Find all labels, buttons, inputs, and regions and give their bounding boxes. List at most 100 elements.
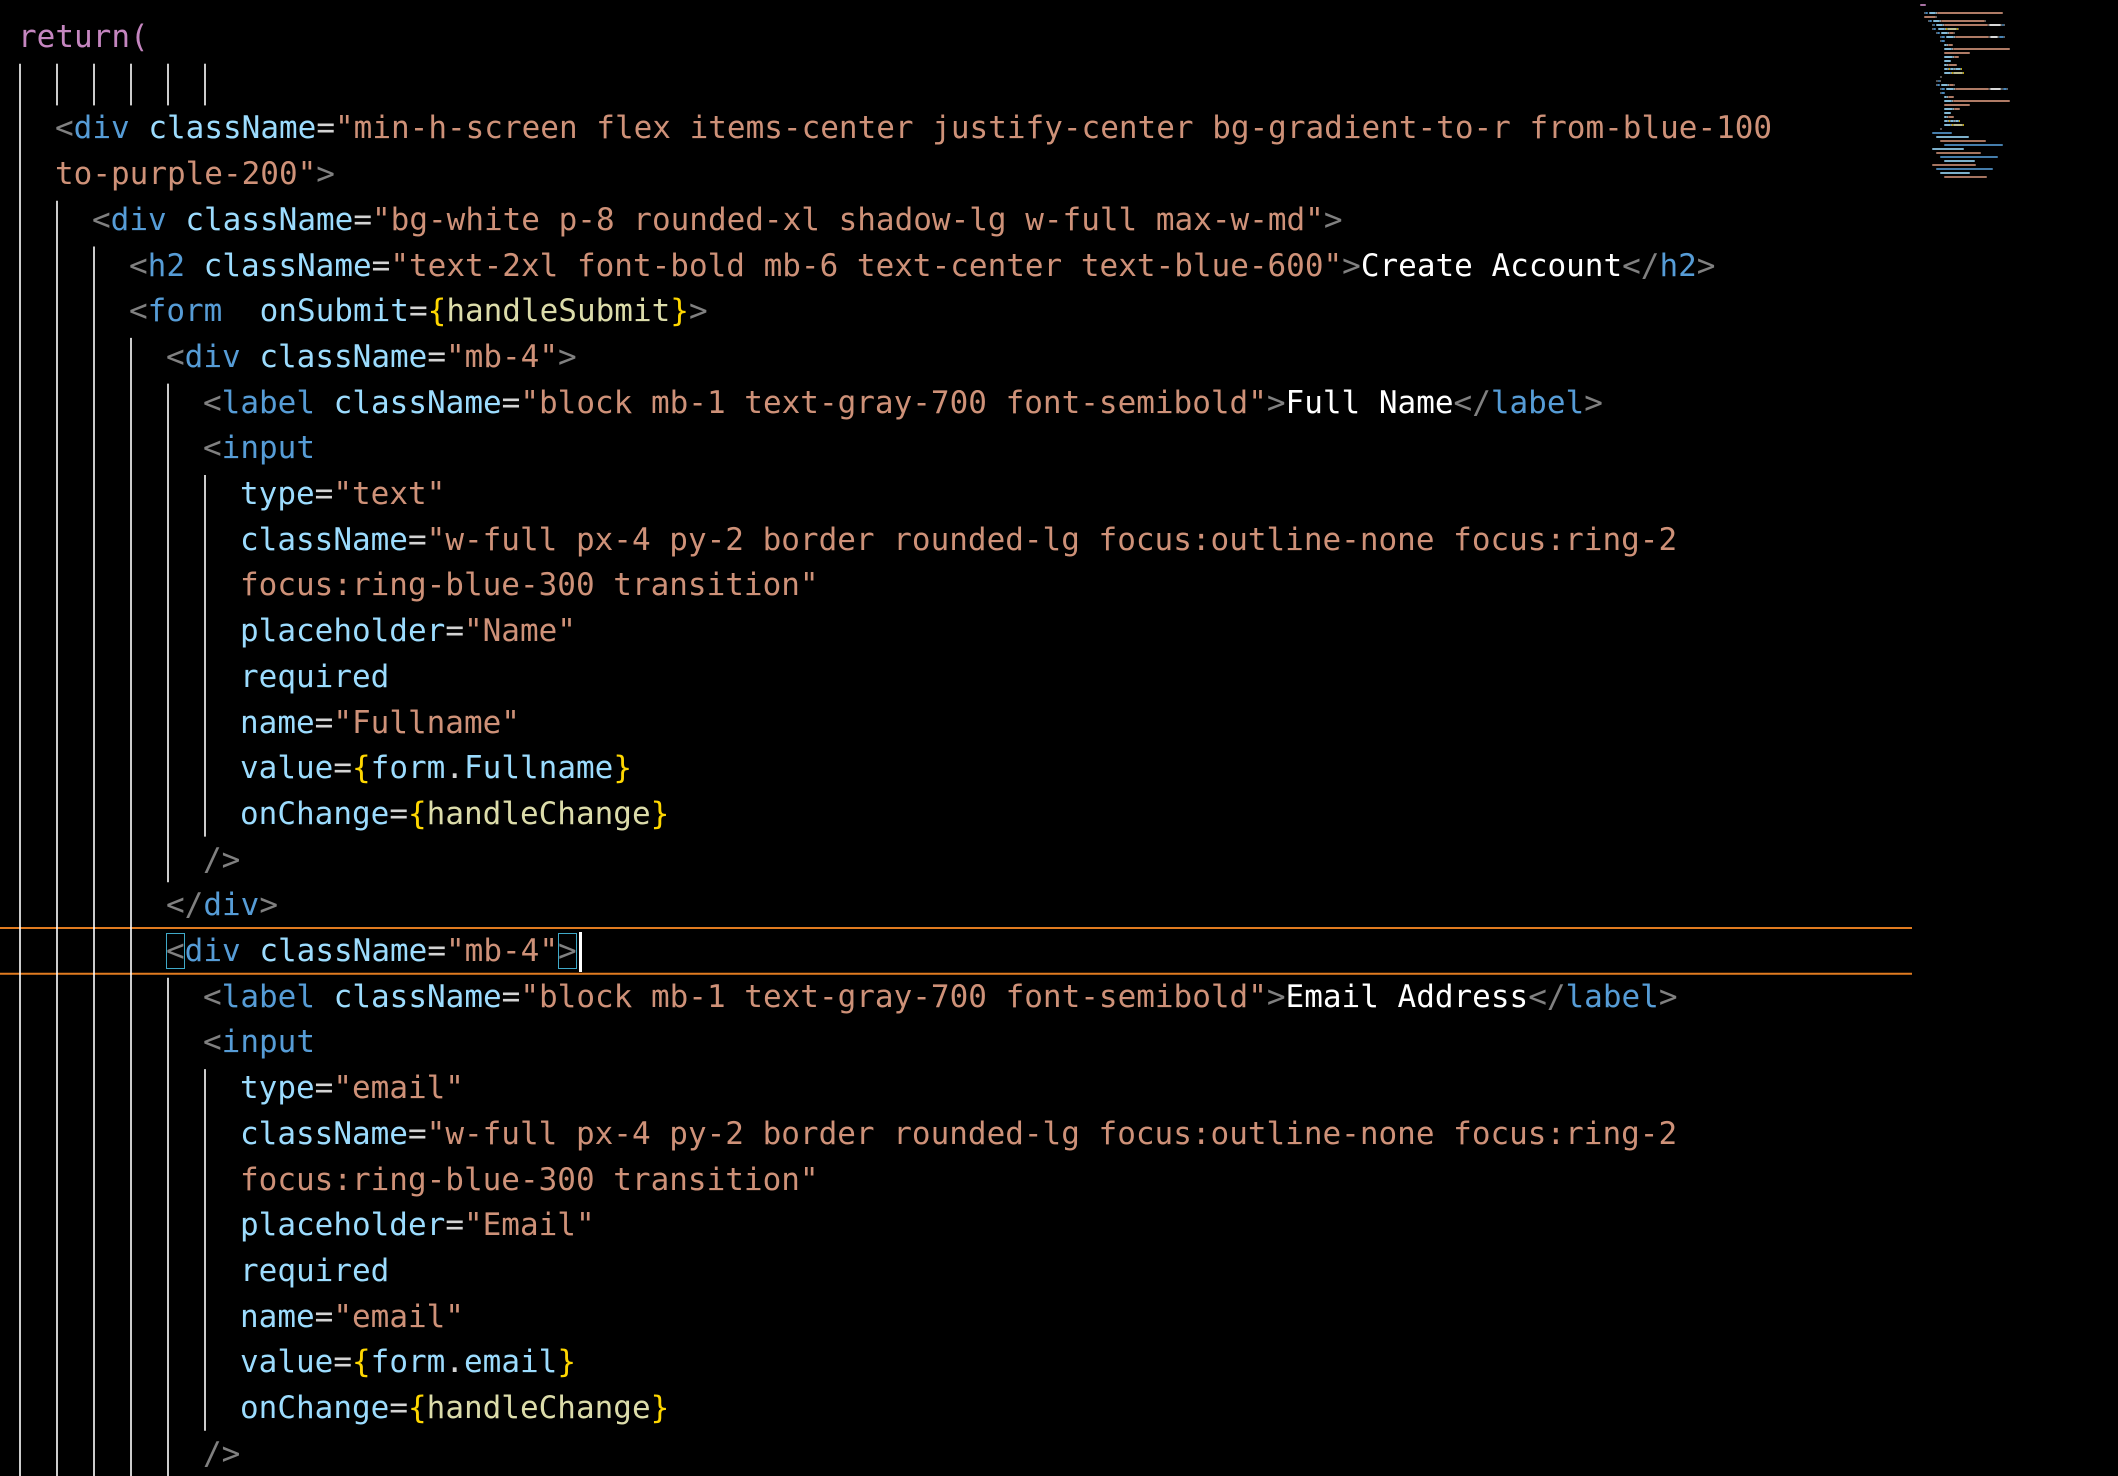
code-token: = (333, 750, 352, 787)
code-token: "text" (333, 476, 446, 512)
minimap-token (1946, 36, 1954, 38)
code-line[interactable]: <input (203, 1019, 315, 1065)
code-token: "email" (333, 1298, 464, 1335)
code-line[interactable]: <label className="block mb-1 text-gray-7… (203, 380, 1603, 426)
code-token: < (203, 978, 222, 1015)
code-token: { (427, 293, 447, 330)
code-line[interactable]: focus:ring-blue-300 transition" (240, 1157, 819, 1203)
code-token: } (650, 1390, 670, 1426)
code-token: Email Address (1285, 978, 1529, 1015)
code-line[interactable]: <div className="bg-white p-8 rounded-xl … (92, 197, 1343, 243)
minimap-token (1944, 176, 1987, 178)
code-editor[interactable]: return(<div className="min-h-screen flex… (0, 0, 1912, 1476)
code-line[interactable]: <form onSubmit={handleSubmit}> (129, 288, 708, 334)
code-line[interactable]: <label className="block mb-1 text-gray-7… (203, 974, 1678, 1020)
minimap-token (1940, 128, 1942, 130)
code-line[interactable]: name="Fullname" (240, 700, 520, 746)
code-token: handleSubmit (446, 293, 671, 330)
minimap-token (1946, 28, 1958, 30)
code-line[interactable]: type="email" (240, 1065, 464, 1111)
code-token: </ (1622, 247, 1660, 284)
minimap-token (1936, 168, 1993, 170)
code-token: } (650, 795, 670, 832)
code-token: focus:ring-blue-300 transition" (240, 567, 819, 604)
minimap-token (1944, 56, 1954, 58)
minimap-token (2006, 88, 2008, 90)
code-token: = (389, 1390, 408, 1426)
code-token: div (184, 338, 241, 375)
minimap-token (1941, 20, 1985, 22)
code-token: = (501, 978, 521, 1015)
code-token: form (370, 750, 446, 787)
code-line[interactable]: <div className="min-h-screen flex items-… (55, 105, 1772, 151)
code-line[interactable]: type="text" (240, 471, 445, 517)
code-token: label (1565, 978, 1659, 1015)
minimap-token (1924, 16, 1936, 18)
code-line[interactable]: </div> (166, 882, 278, 928)
minimap-token (1963, 72, 1964, 74)
code-token: "Name" (463, 613, 576, 650)
code-line[interactable]: /> (203, 837, 240, 883)
code-token: = (445, 1207, 464, 1244)
minimap-token (1941, 88, 1946, 90)
code-line[interactable]: onChange={handleChange} (240, 1385, 669, 1431)
code-line[interactable]: focus:ring-blue-300 transition" (240, 562, 819, 608)
minimap-token (2004, 24, 2005, 26)
code-token: < (129, 293, 148, 330)
code-token: value (240, 1344, 334, 1381)
code-token: < (203, 1024, 222, 1061)
code-line[interactable]: required (240, 654, 389, 700)
code-token: < (55, 110, 74, 147)
code-token: "min-h-screen flex items-center justify-… (335, 110, 1773, 147)
code-token: "Fullname" (333, 704, 520, 741)
code-token: "block mb-1 text-gray-700 font-semibold" (520, 978, 1267, 1015)
minimap-token (1944, 160, 1975, 162)
code-line[interactable]: className="w-full px-4 py-2 border round… (240, 517, 1677, 563)
code-line[interactable]: /> (203, 1431, 240, 1476)
code-token: . (445, 750, 464, 787)
code-token: "w-full px-4 py-2 border rounded-lg focu… (426, 1115, 1678, 1152)
minimap[interactable] (1912, 0, 2118, 1476)
code-token: > (1658, 978, 1678, 1015)
code-line[interactable]: onChange={handleChange} (240, 791, 669, 837)
minimap-token (1944, 48, 1952, 50)
code-line[interactable]: <div className="mb-4"> (166, 334, 577, 380)
code-line[interactable]: placeholder="Name" (240, 608, 576, 654)
code-token: "email" (333, 1070, 464, 1107)
code-line[interactable]: value={form.email} (240, 1339, 576, 1385)
code-line[interactable]: to-purple-200"> (55, 151, 335, 197)
code-token: form (370, 1344, 446, 1381)
code-token: > (259, 887, 278, 924)
code-token: </ (1453, 384, 1491, 421)
code-line[interactable]: className="w-full px-4 py-2 border round… (240, 1111, 1677, 1157)
code-token: className (203, 247, 372, 284)
minimap-token (1954, 108, 1961, 110)
code-line[interactable]: name="email" (240, 1294, 464, 1340)
code-line[interactable]: <h2 className="text-2xl font-bold mb-6 t… (129, 243, 1715, 289)
code-token: onChange (240, 1390, 390, 1426)
code-token: < (166, 933, 185, 969)
code-line[interactable]: placeholder="Email" (240, 1202, 595, 1248)
minimap-token (1954, 88, 1989, 90)
code-token: className (240, 521, 408, 558)
minimap-token (1952, 72, 1963, 74)
code-token: className (148, 110, 317, 147)
code-token: </ (166, 887, 204, 924)
code-line[interactable]: <input (203, 425, 315, 471)
code-token: div (203, 887, 260, 924)
minimap-token (1948, 116, 1955, 118)
code-token: div (73, 110, 130, 147)
code-token: type (240, 476, 315, 512)
minimap-token (1952, 48, 2010, 50)
minimap-token (1948, 44, 1954, 46)
code-token: = (408, 293, 428, 330)
code-line[interactable]: value={form.Fullname} (240, 745, 632, 791)
code-token: handleChange (426, 795, 651, 832)
text-cursor (578, 932, 582, 972)
code-line[interactable]: <div className="mb-4"> (166, 928, 577, 974)
code-line[interactable]: required (240, 1248, 389, 1294)
minimap-token (1941, 40, 1946, 42)
code-token: className (259, 338, 428, 375)
code-line[interactable]: return( (18, 14, 149, 60)
